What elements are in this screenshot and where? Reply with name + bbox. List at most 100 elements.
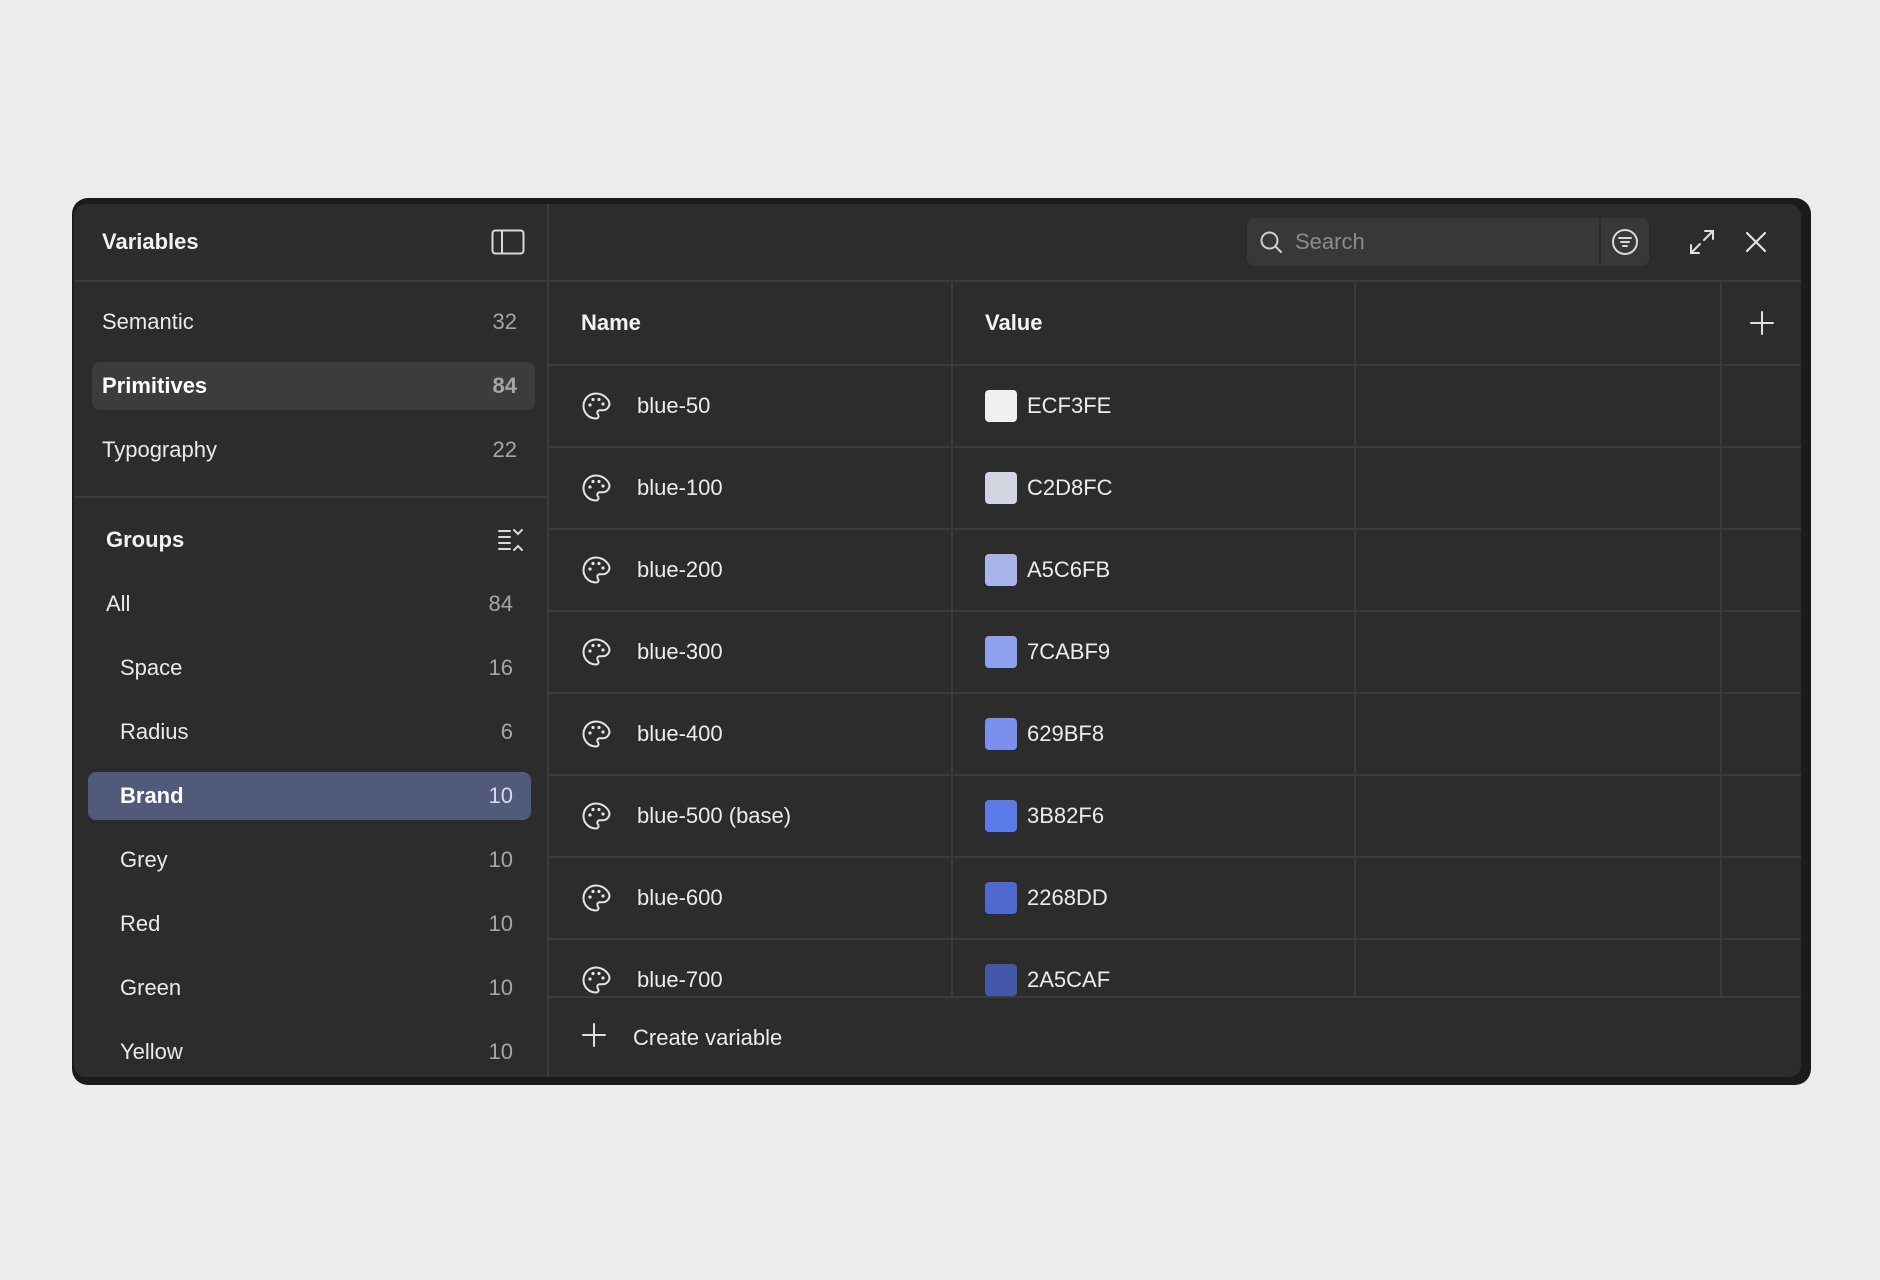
group-item-grey[interactable]: Grey 10 (88, 836, 531, 884)
table-header-row: Name Value (549, 282, 1801, 366)
empty-cell (1355, 775, 1722, 858)
value-cell[interactable]: 2268DD (952, 857, 1356, 940)
group-label: All (106, 591, 131, 616)
group-item-brand[interactable]: Brand 10 (88, 772, 531, 820)
name-cell[interactable]: blue-300 (549, 611, 953, 694)
color-swatch[interactable] (985, 882, 1017, 914)
palette-icon (581, 883, 611, 913)
palette-icon (581, 719, 611, 749)
variable-value: 3B82F6 (1027, 803, 1105, 828)
empty-cell (1355, 939, 1722, 996)
palette-icon (581, 965, 611, 995)
create-variable-label: Create variable (633, 1024, 783, 1050)
color-swatch[interactable] (985, 472, 1017, 504)
group-item-space[interactable]: Space 16 (88, 644, 531, 692)
group-item-radius[interactable]: Radius 6 (88, 708, 531, 756)
empty-cell (1721, 857, 1801, 940)
variable-value: 629BF8 (1027, 721, 1105, 746)
group-count: 6 (500, 719, 513, 744)
plus-icon (581, 1022, 607, 1054)
filter-icon[interactable] (1599, 218, 1649, 266)
sort-groups-icon[interactable] (497, 527, 525, 553)
column-header-empty (1355, 282, 1722, 366)
name-cell[interactable]: blue-200 (549, 529, 953, 612)
empty-cell (1355, 529, 1722, 612)
group-item-red[interactable]: Red 10 (88, 900, 531, 948)
group-item-all[interactable]: All 84 (88, 580, 531, 628)
value-cell[interactable]: 2A5CAF (952, 939, 1356, 996)
table-row[interactable]: blue-300 7CABF9 (549, 611, 1801, 694)
expand-icon[interactable] (1679, 219, 1725, 265)
table-row[interactable]: blue-700 2A5CAF (549, 939, 1801, 996)
table-row[interactable]: blue-600 2268DD (549, 857, 1801, 940)
table-row[interactable]: blue-500 (base) 3B82F6 (549, 775, 1801, 858)
variable-value: 2268DD (1027, 885, 1108, 910)
value-cell[interactable]: C2D8FC (952, 447, 1356, 530)
sidebar-title: Variables (102, 229, 199, 254)
color-swatch[interactable] (985, 636, 1017, 668)
variables-window: Variables Semantic 32 Primitives 84 Typo… (72, 198, 1811, 1085)
group-item-yellow[interactable]: Yellow 10 (88, 1028, 531, 1076)
search-icon (1247, 230, 1295, 254)
name-cell[interactable]: blue-50 (549, 365, 953, 448)
table-row[interactable]: blue-400 629BF8 (549, 693, 1801, 776)
name-cell[interactable]: blue-400 (549, 693, 953, 776)
variable-value: ECF3FE (1027, 393, 1112, 418)
empty-cell (1721, 775, 1801, 858)
color-swatch[interactable] (985, 964, 1017, 996)
color-swatch[interactable] (985, 718, 1017, 750)
group-item-green[interactable]: Green 10 (88, 964, 531, 1012)
collection-item-typography[interactable]: Typography 22 (92, 426, 535, 474)
variable-value: 2A5CAF (1027, 967, 1111, 992)
search-input[interactable] (1295, 218, 1599, 266)
close-icon[interactable] (1733, 219, 1779, 265)
table-row[interactable]: blue-200 A5C6FB (549, 529, 1801, 612)
add-mode-icon[interactable] (1722, 282, 1801, 364)
palette-icon (581, 473, 611, 503)
collection-label: Typography (102, 437, 217, 462)
groups-title: Groups (106, 527, 185, 552)
main-panel: Name Value (549, 204, 1801, 1077)
color-swatch[interactable] (985, 800, 1017, 832)
group-label: Radius (120, 719, 189, 744)
variable-name: blue-500 (base) (637, 803, 792, 828)
variables-table: Name Value blue-50 ECF3FE blue-100 C2D8F… (549, 282, 1801, 996)
color-swatch[interactable] (985, 554, 1017, 586)
name-cell[interactable]: blue-700 (549, 939, 953, 996)
value-cell[interactable]: ECF3FE (952, 365, 1356, 448)
window-panel: Variables Semantic 32 Primitives 84 Typo… (74, 204, 1801, 1077)
name-cell[interactable]: blue-100 (549, 447, 953, 530)
name-cell[interactable]: blue-500 (base) (549, 775, 953, 858)
collection-label: Semantic (102, 309, 194, 334)
empty-cell (1355, 447, 1722, 530)
palette-icon (581, 555, 611, 585)
empty-cell (1355, 857, 1722, 940)
value-cell[interactable]: 3B82F6 (952, 775, 1356, 858)
collection-item-semantic[interactable]: Semantic 32 (92, 298, 535, 346)
group-count: 10 (488, 783, 513, 808)
value-cell[interactable]: A5C6FB (952, 529, 1356, 612)
group-count: 10 (488, 975, 513, 1000)
value-cell[interactable]: 7CABF9 (952, 611, 1356, 694)
empty-cell (1355, 365, 1722, 448)
collection-item-primitives[interactable]: Primitives 84 (92, 362, 535, 410)
variable-value: C2D8FC (1027, 475, 1113, 500)
empty-cell (1721, 693, 1801, 776)
column-header-value[interactable]: Value (952, 282, 1356, 366)
table-row[interactable]: blue-100 C2D8FC (549, 447, 1801, 530)
name-cell[interactable]: blue-600 (549, 857, 953, 940)
create-variable-button[interactable]: Create variable (549, 996, 1801, 1077)
column-header-name[interactable]: Name (549, 282, 953, 366)
variable-name: blue-200 (637, 557, 723, 582)
collection-count: 32 (492, 309, 517, 334)
empty-cell (1721, 529, 1801, 612)
table-row[interactable]: blue-50 ECF3FE (549, 365, 1801, 448)
palette-icon (581, 391, 611, 421)
variable-name: blue-700 (637, 967, 723, 992)
color-swatch[interactable] (985, 390, 1017, 422)
toggle-sidebar-icon[interactable] (491, 229, 525, 255)
collection-count: 84 (492, 373, 517, 398)
value-cell[interactable]: 629BF8 (952, 693, 1356, 776)
variable-name: blue-50 (637, 393, 711, 418)
sidebar-header: Variables (74, 204, 547, 282)
